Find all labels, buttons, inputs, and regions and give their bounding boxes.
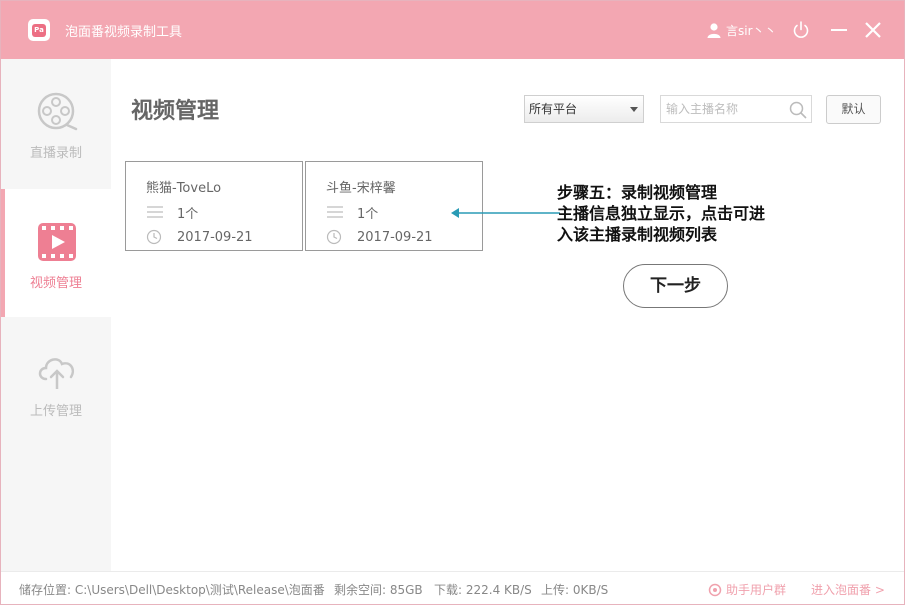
sidebar-item-label: 直播录制 [29, 146, 82, 161]
video-count-row: 1个 [146, 203, 199, 222]
search-box [660, 95, 812, 123]
app-window: Pa 泡面番视频录制工具 言sir丶丶 直播录制 视频管理 上传管理 视频管理 … [0, 0, 905, 605]
sidebar-item-label: 视频管理 [29, 276, 82, 291]
cloud-upload-icon [38, 358, 75, 389]
clock-icon [146, 229, 162, 245]
date-row: 2017-09-21 [326, 228, 433, 246]
film-reel-icon [37, 92, 78, 131]
tutorial-annotation: 步骤五：录制视频管理 主播信息独立显示，点击可进 入该主播录制视频列表 [557, 182, 817, 245]
platform-select[interactable]: 所有平台 [524, 95, 644, 123]
record-date: 2017-09-21 [177, 229, 253, 245]
streamer-name: 斗鱼-宋梓馨 [326, 181, 396, 196]
upload-speed: 上传: 0KB/S [541, 583, 609, 597]
app-title: 泡面番视频录制工具 [65, 25, 183, 40]
headset-icon [708, 583, 722, 596]
streamer-card[interactable]: 熊猫-ToveLo 1个 2017-09-21 [125, 161, 303, 251]
logo-mark: Pa [32, 24, 46, 37]
annotation-line: 步骤五：录制视频管理 [557, 183, 718, 202]
search-icon[interactable] [788, 100, 808, 120]
storage-path: 储存位置: C:\Users\Dell\Desktop\测试\Release\泡… [19, 583, 325, 597]
video-count: 1个 [177, 206, 199, 222]
status-bar: 储存位置: C:\Users\Dell\Desktop\测试\Release\泡… [1, 571, 904, 604]
date-row: 2017-09-21 [146, 228, 253, 246]
list-icon [147, 206, 163, 218]
clock-icon [326, 229, 342, 245]
close-icon[interactable] [862, 19, 884, 41]
help-group-link[interactable]: 助手用户群 [708, 581, 786, 598]
app-logo: Pa [28, 19, 50, 41]
page-title: 视频管理 [131, 99, 220, 124]
video-play-icon [38, 223, 76, 261]
annotation-line: 主播信息独立显示，点击可进 [557, 204, 766, 223]
free-space: 剩余空间: 85GB [334, 583, 423, 597]
user-account-button[interactable]: 言sir丶丶 [706, 21, 777, 39]
sidebar-item-label: 上传管理 [29, 404, 82, 419]
record-date: 2017-09-21 [357, 229, 433, 245]
streamer-search-input[interactable] [666, 100, 786, 118]
title-bar: Pa 泡面番视频录制工具 言sir丶丶 [1, 1, 904, 59]
sidebar-item-video-management[interactable]: 视频管理 [1, 189, 111, 317]
streamer-name: 熊猫-ToveLo [146, 181, 222, 196]
annotation-line: 入该主播录制视频列表 [557, 225, 718, 244]
video-count: 1个 [357, 206, 379, 222]
help-group-label: 助手用户群 [726, 583, 787, 597]
next-step-button[interactable]: 下一步 [623, 264, 728, 308]
sidebar: 直播录制 视频管理 上传管理 [1, 59, 111, 571]
platform-select-value: 所有平台 [529, 102, 578, 116]
default-button[interactable]: 默认 [826, 95, 881, 124]
chevron-down-icon [630, 107, 638, 112]
sidebar-item-upload-management[interactable]: 上传管理 [1, 317, 111, 445]
sidebar-item-live-recording[interactable]: 直播录制 [1, 59, 111, 187]
user-icon [707, 23, 721, 38]
video-count-row: 1个 [326, 203, 379, 222]
user-name: 言sir丶丶 [726, 23, 777, 38]
annotation-arrow-icon [451, 208, 560, 218]
power-icon[interactable] [790, 19, 812, 41]
minimize-icon[interactable] [828, 19, 850, 41]
download-speed: 下载: 222.4 KB/S [434, 583, 532, 597]
enter-site-link[interactable]: 进入泡面番 > [811, 581, 885, 598]
list-icon [327, 206, 343, 218]
